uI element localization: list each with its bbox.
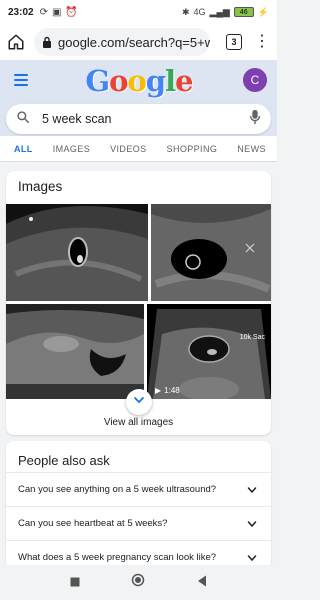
avatar[interactable]: C [243,68,267,92]
expand-images-button[interactable] [126,389,152,415]
address-bar[interactable]: google.com/search?q=5+we [34,28,210,56]
question-text: Can you see heartbeat at 5 weeks? [18,518,168,529]
microphone-icon[interactable] [249,109,261,130]
network-type: 4G [193,7,206,17]
system-navigation-bar [0,565,277,600]
battery-icon: 46 [233,7,254,17]
status-bar: 23:02 ⟳ ▣ ⏰ ✱ 4G ▂▄▆ 46 ⚡ [0,0,277,24]
back-icon[interactable] [197,574,207,592]
more-vert-icon[interactable]: ⋮ [254,34,270,50]
notification-icons: ⟳ ▣ ⏰ [40,7,78,18]
doodle-letter: o [109,64,128,98]
images-section-title: Images [18,179,63,194]
images-card: Images 10k Sac ▶ 1:48 View all images [6,171,271,435]
search-icon [16,110,30,129]
search-tabs: ALLIMAGESVIDEOSSHOPPINGNEWSM [0,136,277,162]
image-grid: 10k Sac ▶ 1:48 [6,204,271,399]
chevron-down-icon [245,483,259,497]
video-overlay-text: 10k Sac [239,334,265,341]
alarm-icon: ⏰ [65,6,78,18]
ultrasound-image-1[interactable] [6,204,148,301]
ultrasound-image-2[interactable] [151,204,271,301]
doodle-letter: g [145,64,166,98]
battery-level: 46 [239,8,248,16]
doodle-letter: e [175,64,193,98]
duration-text: 1:48 [164,386,180,395]
tab-news[interactable]: NEWS [227,136,276,161]
tab-videos[interactable]: VIDEOS [100,136,156,161]
chevron-down-icon [133,393,145,411]
home-nav-icon[interactable] [131,573,145,592]
doodle-letter: l [165,64,176,98]
tab-shopping[interactable]: SHOPPING [157,136,228,161]
browser-toolbar: google.com/search?q=5+we 3 ⋮ [0,24,277,60]
question-item[interactable]: Can you see anything on a 5 week ultraso… [6,472,271,506]
question-item[interactable]: Can you see heartbeat at 5 weeks? [6,506,271,540]
tab-images[interactable]: IMAGES [43,136,100,161]
home-icon[interactable] [6,32,26,52]
url-text: google.com/search?q=5+we [58,34,210,50]
tab-all[interactable]: ALL [0,136,43,161]
play-icon: ▶ [155,386,162,395]
search-input[interactable]: 5 week scan [6,104,271,134]
bluetooth-icon: ✱ [181,6,190,17]
lock-icon [42,36,52,48]
chevron-down-icon [245,517,259,531]
question-text: What does a 5 week pregnancy scan look l… [18,552,217,563]
status-time: 23:02 [8,6,34,18]
people-also-ask-title: People also ask [18,453,110,468]
ultrasound-video-thumbnail[interactable]: 10k Sac ▶ 1:48 [147,304,271,399]
image-notification-icon: ▣ [51,6,62,18]
people-also-ask-card: People also ask Can you see anything on … [6,441,271,576]
ultrasound-image-3[interactable] [6,304,144,399]
search-area: 5 week scan [0,100,277,136]
video-duration: ▶ 1:48 [155,386,180,395]
doodle-letter: o [127,64,147,98]
sync-icon: ⟳ [39,6,48,18]
google-doodle-logo[interactable]: Google [85,64,193,98]
recents-icon[interactable] [70,574,80,592]
google-header: Google C [0,60,277,100]
tab-switcher-button[interactable]: 3 [226,34,242,50]
menu-icon[interactable] [14,74,28,86]
view-all-images-link[interactable]: View all images [6,417,271,428]
avatar-letter: C [250,73,260,87]
tab-m[interactable]: M [276,136,277,161]
tab-count: 3 [231,37,237,47]
status-right: ✱ 4G ▂▄▆ 46 ⚡ [182,7,269,18]
doodle-letter: G [85,64,110,98]
signal-icon: ▂▄▆ [209,6,230,17]
chevron-down-icon [245,551,259,565]
question-text: Can you see anything on a 5 week ultraso… [18,484,217,495]
search-query: 5 week scan [42,112,112,126]
charging-icon: ⚡ [257,6,269,17]
